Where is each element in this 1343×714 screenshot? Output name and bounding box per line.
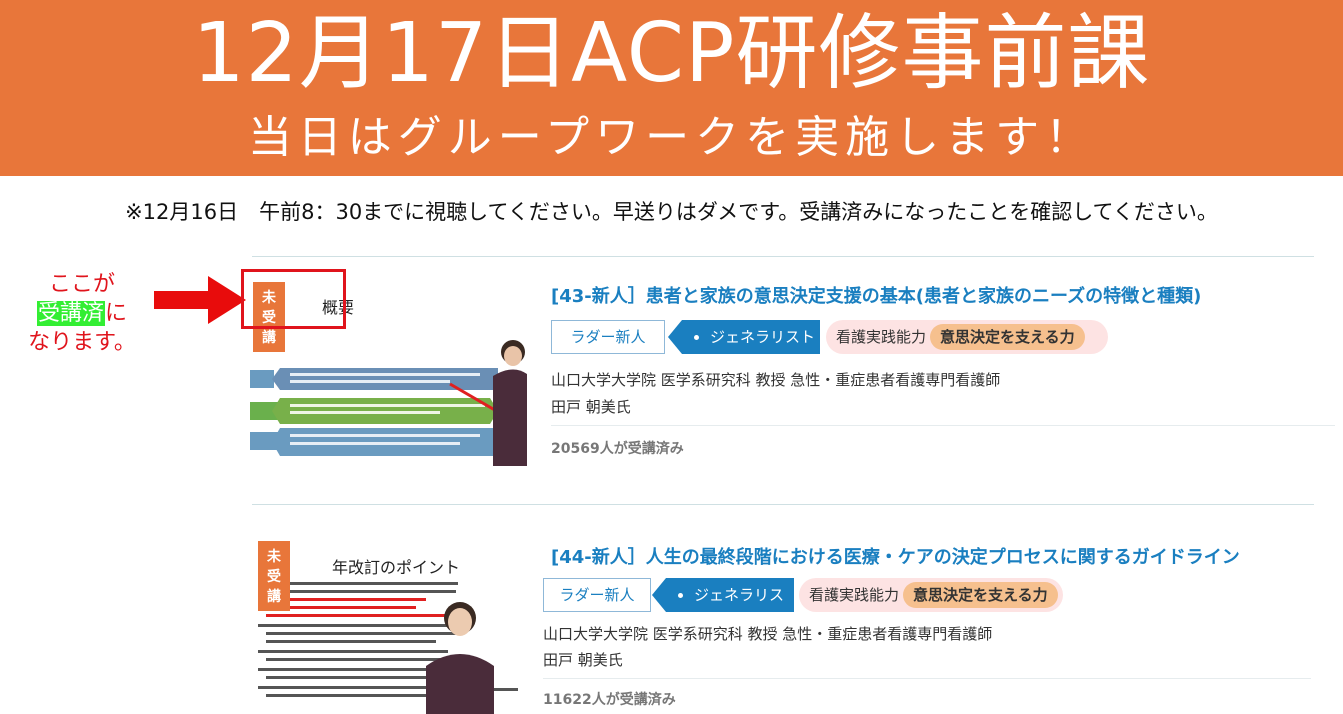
banner-subtitle: 当日はグループワークを実施します！ [247, 112, 1096, 163]
callout-line-1: ここが [48, 272, 115, 297]
highlight-box [241, 269, 346, 329]
bullet-icon [678, 593, 683, 598]
callout-line-2: 受講済に [22, 299, 142, 328]
banner-title: 12月17日ACP研修事前課 [192, 6, 1151, 101]
status-badge: 未受講 [258, 541, 290, 611]
tag-ladder[interactable]: ラダー新人 [543, 578, 651, 612]
course-thumbnail[interactable]: 年改訂のポイント [252, 540, 522, 714]
skill-label: 看護実践能力 [836, 328, 927, 346]
tag-skill[interactable]: 看護実践能力 意思決定を支える力 [826, 320, 1108, 354]
skill-value: 意思決定を支える力 [903, 582, 1058, 608]
presenter-image [493, 340, 527, 466]
lecturer-name: 田戸 朝美氏 [551, 398, 631, 416]
enrollment-count: 11622人が受講済み [543, 692, 676, 708]
card-separator [543, 678, 1311, 679]
presenter-image [426, 602, 494, 714]
instruction-notice: ※12月16日 午前8：30までに視聴してください。早送りはダメです。受講済みに… [125, 200, 1218, 224]
callout-annotation: ここが 受講済に なります。 [22, 270, 142, 357]
lecturer-affiliation: 山口大学大学院 医学系研究科 教授 急性・重症患者看護専門看護師 [551, 371, 1001, 389]
bullet-icon [694, 335, 699, 340]
tag-skill[interactable]: 看護実践能力 意思決定を支える力 [799, 578, 1063, 612]
course-title-link[interactable]: [43-新人］患者と家族の意思決定支援の基本(患者と家族のニーズの特徴と種類) [551, 282, 1201, 308]
enrollment-count: 20569人が受講済み [551, 441, 684, 457]
tag-ladder[interactable]: ラダー新人 [551, 320, 665, 354]
callout-highlight: 受講済 [36, 301, 105, 326]
list-divider [252, 504, 1314, 505]
skill-value: 意思決定を支える力 [930, 324, 1085, 350]
course-title-link[interactable]: [44-新人］人生の最終段階における医療・ケアの決定プロセスに関するガイドライン [551, 543, 1240, 569]
tag-generalist-label: ジェネラリスト [710, 328, 816, 346]
callout-suffix: に [105, 301, 128, 326]
tag-generalist[interactable]: ジェネラリスト [652, 578, 794, 638]
lecturer-name: 田戸 朝美氏 [543, 651, 623, 669]
header-banner: 12月17日ACP研修事前課 当日はグループワークを実施します！ [0, 0, 1343, 176]
red-arrow-icon [154, 276, 246, 324]
tag-generalist[interactable]: ジェネラリスト [668, 320, 820, 354]
skill-label: 看護実践能力 [809, 586, 900, 604]
card-separator [551, 425, 1335, 426]
lecturer-affiliation: 山口大学大学院 医学系研究科 教授 急性・重症患者看護専門看護師 [543, 625, 993, 643]
callout-line-3: なります。 [28, 330, 136, 355]
list-divider [252, 256, 1314, 257]
